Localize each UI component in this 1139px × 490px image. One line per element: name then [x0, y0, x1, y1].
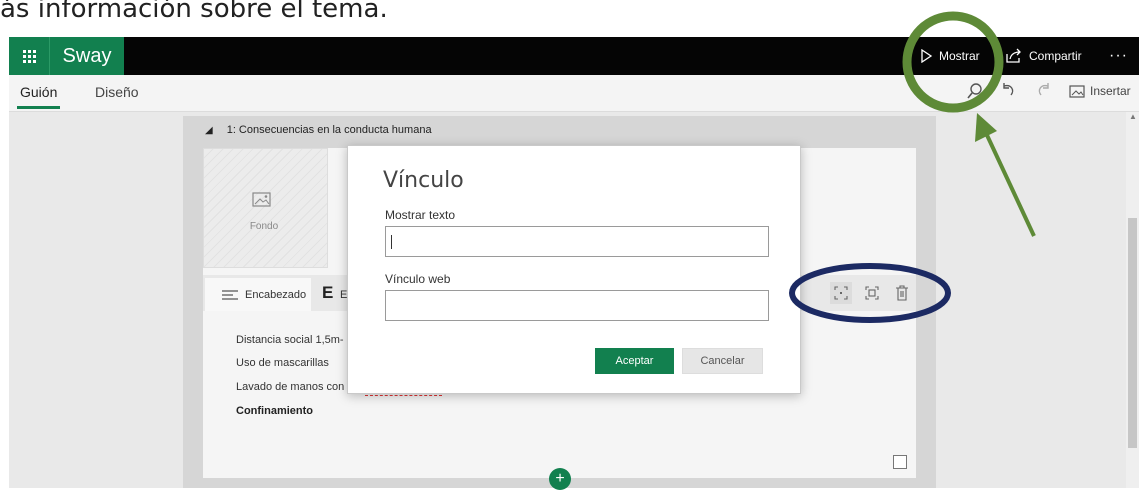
annotation-overlay [789, 11, 1036, 323]
green-annotation-arrow-shaft [984, 132, 1036, 237]
blue-annotation-ellipse [789, 263, 951, 323]
green-annotation-circle [902, 11, 1004, 113]
